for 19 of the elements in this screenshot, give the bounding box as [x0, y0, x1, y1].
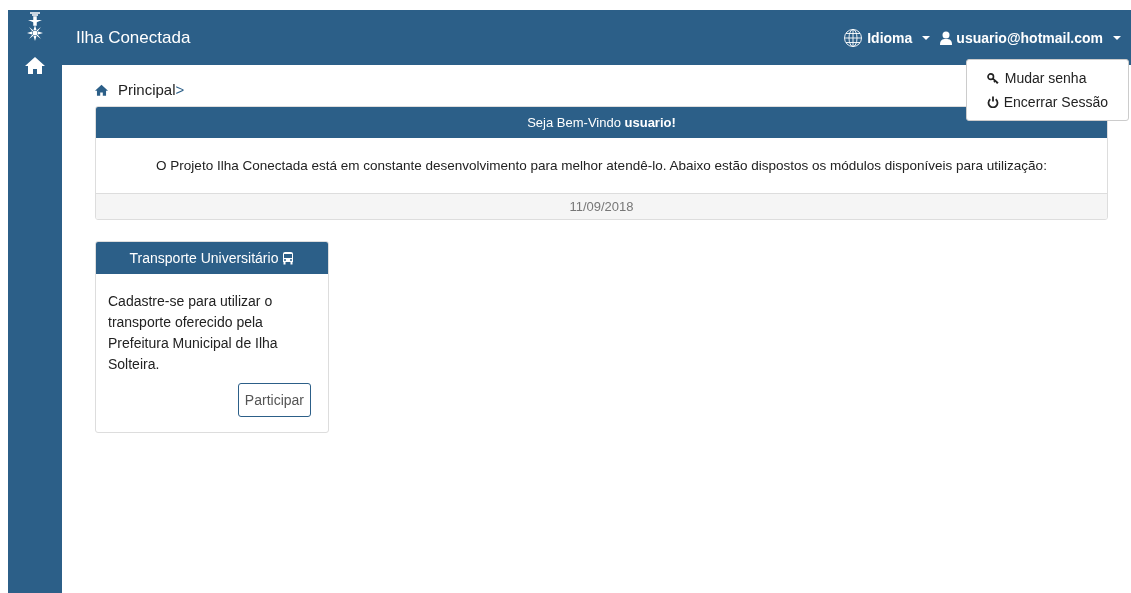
breadcrumb-separator: > [175, 81, 185, 98]
power-icon [986, 96, 999, 108]
user-menu[interactable]: usuario@hotmail.com [940, 27, 1121, 48]
home-icon[interactable] [25, 56, 45, 74]
bus-icon [282, 251, 295, 265]
home-icon [95, 83, 108, 96]
language-menu[interactable]: Idioma [843, 27, 931, 48]
participate-button[interactable]: Participar [237, 383, 311, 417]
module-description: Cadastre-se para utilizar o transporte oferecido pela Prefeitura Municipal de Ilha Solteira. [107, 292, 279, 374]
user-icon [940, 30, 953, 45]
module-title: Transporte Universitário [129, 250, 279, 266]
date-footer: 11/09/2018 [96, 193, 1107, 219]
dropdown-item[interactable]: Mudar senha [966, 66, 1128, 90]
key-icon [986, 72, 1000, 84]
globe-icon [843, 27, 864, 48]
breadcrumb-link[interactable]: Principal [118, 81, 176, 98]
app-title[interactable]: Ilha Conectada [76, 27, 191, 48]
welcome-heading: Seja Bem-Vindo usuario! [96, 107, 1107, 138]
welcome-message: O Projeto Ilha Conectada está em constante desenvolvimento para melhor atendê-lo. Abaixo estão dispostos os módulos disponíveis para utilização: [155, 157, 1048, 175]
